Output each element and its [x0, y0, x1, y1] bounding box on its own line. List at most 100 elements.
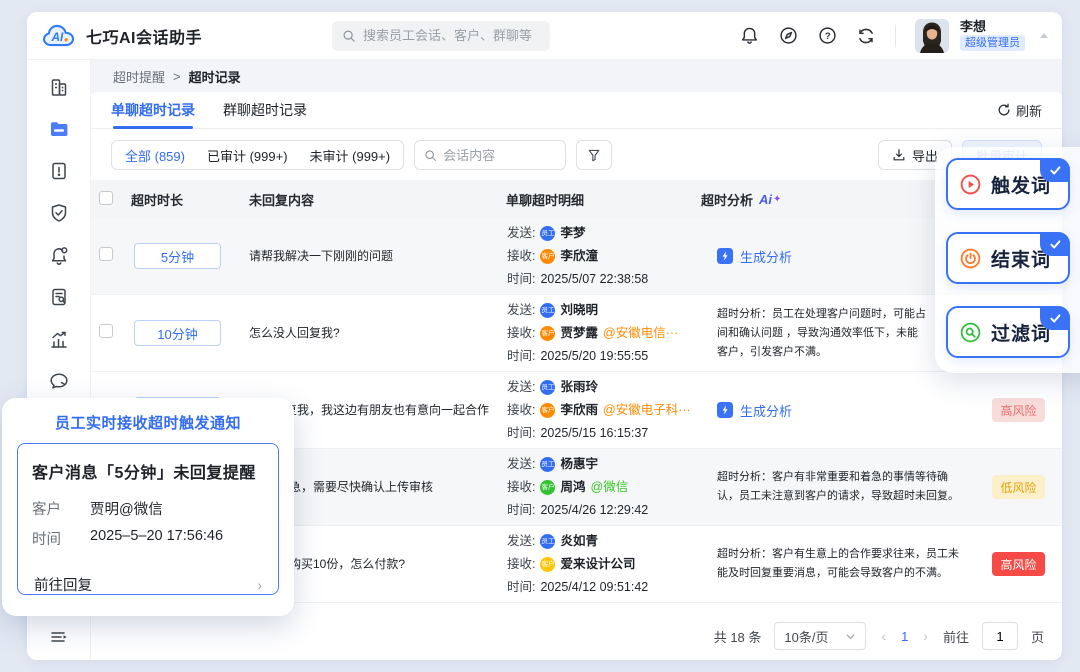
- tabs-bar: 单聊超时记录 群聊超时记录 刷新: [91, 92, 1062, 129]
- sidebar-item-chat-icon[interactable]: [44, 370, 74, 392]
- sender-type-badge: 员工: [540, 457, 555, 472]
- timeout-time: 2025/5/07 22:38:58: [540, 268, 648, 291]
- recv-label: 接收:: [507, 476, 535, 499]
- sender-type-badge: 员工: [540, 303, 555, 318]
- receiver-name: 爱来设计公司: [560, 553, 635, 576]
- caret-up-icon[interactable]: [1040, 33, 1048, 38]
- chevron-right-icon: ›: [257, 577, 262, 593]
- timeout-analysis-text: 超时分析：客户有非常重要和着急的事情等待确 认，员工未注意到客户的请求，导致超时…: [717, 471, 959, 502]
- recv-label: 接收:: [507, 399, 535, 422]
- total-count: 共 18 条: [714, 627, 762, 646]
- receiver-type-badge: 客户: [540, 403, 555, 418]
- pagination: 共 18 条 10条/页 ‹ 1 › 前往 页: [91, 612, 1062, 660]
- sender-name: 刘晓明: [560, 299, 598, 322]
- page-size-select[interactable]: 10条/页: [774, 622, 866, 650]
- receiver-name: 李欣潼: [560, 245, 598, 268]
- risk-badge: 高风险: [992, 552, 1044, 576]
- refresh-button[interactable]: 刷新: [997, 101, 1042, 120]
- sender-name: 炎如青: [560, 530, 598, 553]
- table-row: 10分钟 怎么没人回复我? 发送:员工刘晓明 接收:客户贾梦露@安徽电信··· …: [91, 295, 1062, 372]
- ai-badge-icon: Ai: [759, 192, 772, 207]
- trigger-words-pill[interactable]: 触发词: [946, 158, 1070, 210]
- next-page-button[interactable]: ›: [921, 628, 930, 644]
- word-settings-panel: 触发词 结束词 过滤词: [935, 147, 1080, 373]
- sender-name: 杨惠宇: [560, 453, 598, 476]
- time-label: 时间:: [507, 345, 535, 368]
- time-label: 时间:: [507, 576, 535, 599]
- sidebar-item-document-alert-icon[interactable]: [44, 160, 74, 182]
- conversation-search[interactable]: [414, 140, 566, 170]
- goto-label: 前往: [943, 627, 969, 646]
- global-search[interactable]: [332, 21, 550, 51]
- receiver-type-badge: 客户: [540, 326, 555, 341]
- sidebar-item-audit-document-icon[interactable]: [44, 286, 74, 308]
- sidebar-item-stats-chart-icon[interactable]: [44, 328, 74, 350]
- conversation-search-input[interactable]: [443, 148, 556, 163]
- goto-page-input[interactable]: [982, 622, 1018, 650]
- notification-field: 客户 贾明@微信: [32, 498, 264, 519]
- sidebar-item-building-icon[interactable]: [44, 76, 74, 98]
- breadcrumb-separator: >: [173, 69, 181, 84]
- breadcrumb-parent[interactable]: 超时提醒: [113, 67, 165, 86]
- notification-card-title: 员工实时接收超时触发通知: [17, 412, 279, 433]
- app-title: 七巧AI会话助手: [86, 24, 202, 48]
- header-detail: 单聊超时明细: [499, 190, 701, 209]
- receiver-name: 李欣雨: [560, 399, 598, 422]
- go-reply-label: 前往回复: [34, 574, 92, 595]
- current-page[interactable]: 1: [901, 629, 908, 644]
- notification-bell-icon[interactable]: [739, 26, 759, 46]
- sidebar-item-records-folder-icon[interactable]: [44, 118, 74, 140]
- refresh-label: 刷新: [1016, 101, 1042, 120]
- chat-detail: 发送:员工李梦 接收:客户李欣潼 时间:2025/5/07 22:38:58: [499, 222, 701, 291]
- time-label: 时间:: [507, 422, 535, 445]
- compass-icon[interactable]: [778, 26, 798, 46]
- receiver-org-tag: @安徽电子科···: [603, 399, 691, 422]
- sidebar-item-bell-settings-icon[interactable]: [44, 244, 74, 266]
- sender-name: 李梦: [560, 222, 585, 245]
- app-logo: AI 七巧AI会话助手: [41, 21, 202, 51]
- filter-funnel-button[interactable]: [576, 140, 612, 170]
- receiver-type-badge: 客户: [540, 249, 555, 264]
- segment-all[interactable]: 全部 (859): [114, 146, 196, 165]
- notification-field: 时间 2025–5–20 17:56:46: [32, 528, 264, 549]
- user-name: 李想: [960, 20, 1025, 33]
- recv-label: 接收:: [507, 322, 535, 345]
- send-label: 发送:: [507, 453, 535, 476]
- time-label: 时间:: [507, 268, 535, 291]
- receiver-wechat-tag: @微信: [591, 476, 629, 499]
- timeout-notification-card: 员工实时接收超时触发通知 客户消息「5分钟」未回复提醒 客户 贾明@微信 时间 …: [2, 398, 294, 616]
- duration-button[interactable]: 5分钟: [134, 243, 221, 269]
- send-label: 发送:: [507, 530, 535, 553]
- go-reply-button[interactable]: 前往回复 ›: [32, 563, 264, 595]
- user-avatar[interactable]: [915, 19, 949, 53]
- table-row: 5分钟 请帮我解决一下刚刚的问题 发送:员工李梦 接收:客户李欣潼 时间:202…: [91, 218, 1062, 295]
- sync-icon[interactable]: [856, 26, 876, 46]
- global-search-input[interactable]: [363, 28, 540, 43]
- segment-unaudited[interactable]: 未审计 (999+): [299, 146, 402, 165]
- select-all-checkbox[interactable]: [99, 191, 113, 205]
- prev-page-button[interactable]: ‹: [879, 628, 888, 644]
- row-checkbox[interactable]: [99, 324, 113, 338]
- chat-detail: 发送:员工张雨玲 接收:客户李欣雨@安徽电子科··· 时间:2025/5/15 …: [499, 376, 701, 445]
- help-icon[interactable]: ?: [817, 26, 837, 46]
- filter-words-pill[interactable]: 过滤词: [946, 306, 1070, 358]
- breadcrumb: 超时提醒 > 超时记录: [91, 60, 1062, 92]
- row-checkbox[interactable]: [99, 247, 113, 261]
- divider: [895, 25, 896, 47]
- field-label: 时间: [32, 528, 90, 549]
- timeout-time: 2025/5/15 16:15:37: [540, 422, 648, 445]
- timeout-analysis-text: 超时分析：员工在处理客户问题时，可能占 间和确认问题 ，导致沟通效率低下，未能 …: [717, 308, 926, 358]
- collapse-sidebar-icon[interactable]: [44, 626, 74, 648]
- sidebar-item-shield-check-icon[interactable]: [44, 202, 74, 224]
- generate-analysis-link[interactable]: 生成分析: [717, 401, 975, 420]
- notification-message-box: 客户消息「5分钟」未回复提醒 客户 贾明@微信 时间 2025–5–20 17:…: [17, 443, 279, 595]
- tab-single-chat-timeout[interactable]: 单聊超时记录: [111, 92, 195, 129]
- duration-button[interactable]: 10分钟: [134, 320, 221, 346]
- tab-group-chat-timeout[interactable]: 群聊超时记录: [223, 92, 307, 129]
- segment-audited[interactable]: 已审计 (999+): [196, 146, 299, 165]
- user-meta[interactable]: 李想 超级管理员: [960, 20, 1025, 51]
- receiver-org-tag: @安徽电信···: [603, 322, 678, 345]
- end-words-pill[interactable]: 结束词: [946, 232, 1070, 284]
- time-label: 时间:: [507, 499, 535, 522]
- receiver-type-badge: 客户: [540, 480, 555, 495]
